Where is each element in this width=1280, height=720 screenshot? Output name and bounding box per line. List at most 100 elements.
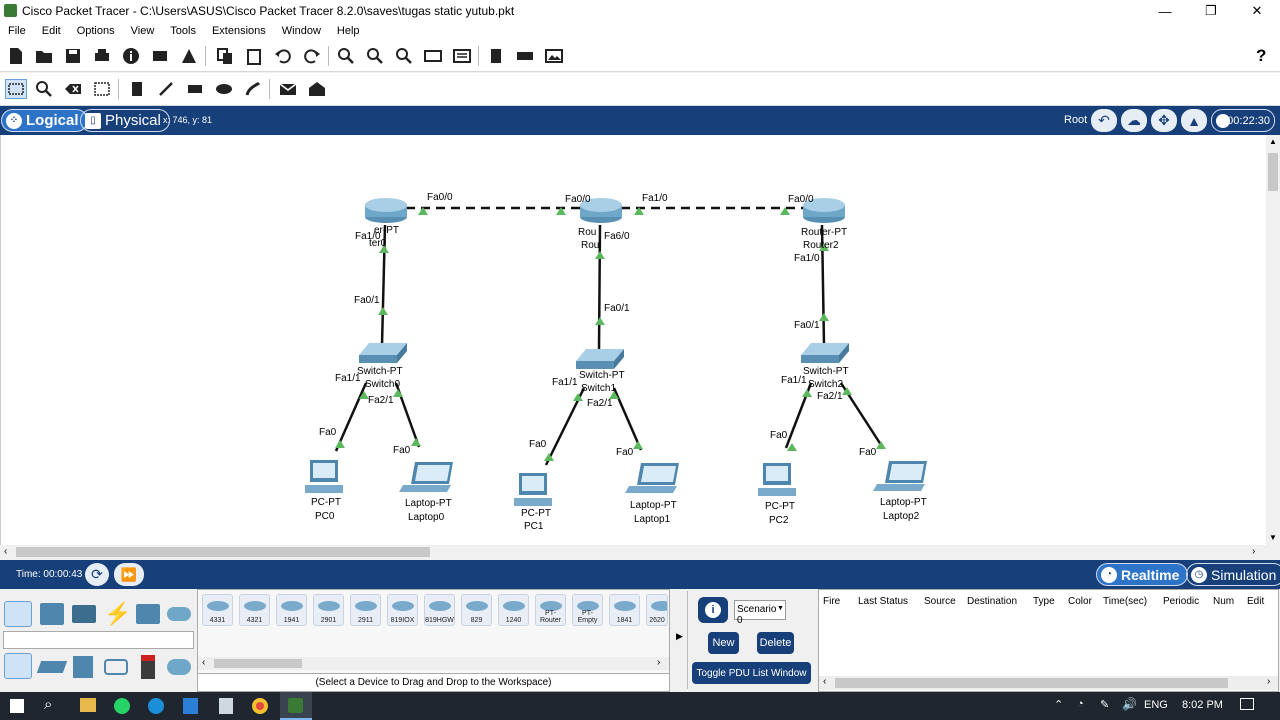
back-icon[interactable]: ↶ <box>1091 109 1117 132</box>
scroll-thumb[interactable] <box>1268 153 1278 191</box>
scroll-up-icon[interactable]: ▲ <box>1269 137 1277 146</box>
hubs-icon[interactable] <box>73 656 93 678</box>
language-indicator[interactable]: ENG <box>1144 699 1168 711</box>
column-header[interactable]: Fire <box>823 596 840 607</box>
maximize-button[interactable]: ❐ <box>1188 0 1234 22</box>
toggle-pdu-list-button[interactable]: Toggle PDU List Window <box>692 662 811 684</box>
model-819iox[interactable]: 819IOX <box>387 594 418 626</box>
menu-tools[interactable]: Tools <box>170 25 196 37</box>
power-cycle-icon[interactable]: ⟳ <box>85 563 109 586</box>
column-header[interactable]: Source <box>924 596 956 607</box>
physical-tab[interactable]: ▯ Physical <box>80 109 170 132</box>
close-button[interactable]: ✕ <box>1234 0 1280 22</box>
info-icon[interactable] <box>121 46 141 66</box>
multiuser-icon[interactable] <box>167 607 191 621</box>
menu-help[interactable]: Help <box>337 25 360 37</box>
model-pt-empty[interactable]: PT-Empty <box>572 594 603 626</box>
copy-icon[interactable] <box>215 46 235 66</box>
fast-forward-icon[interactable]: ⏩ <box>114 563 144 586</box>
simple-pdu-icon[interactable] <box>278 79 298 99</box>
model-2901[interactable]: 2901 <box>313 594 344 626</box>
note-icon[interactable] <box>127 79 147 99</box>
root-label[interactable]: Root <box>1064 114 1087 126</box>
custom-devices-icon[interactable] <box>452 46 472 66</box>
scroll-left-icon[interactable]: ‹ <box>202 657 205 668</box>
scroll-right-icon[interactable]: › <box>1267 676 1270 687</box>
notifications-icon[interactable] <box>1240 698 1254 710</box>
logical-tab[interactable]: ⁘ Logical <box>1 109 88 132</box>
model-829[interactable]: 829 <box>461 594 492 626</box>
pen-icon[interactable]: ✎ <box>1100 698 1109 711</box>
scroll-thumb[interactable] <box>835 678 1228 688</box>
open-folder-icon[interactable] <box>34 46 54 66</box>
zoom-reset-icon[interactable] <box>365 46 385 66</box>
network-devices-icon[interactable] <box>4 601 32 627</box>
column-header[interactable]: Num <box>1213 596 1234 607</box>
model-scrollbar[interactable]: ‹ › <box>198 657 669 670</box>
redo-icon[interactable] <box>302 46 322 66</box>
chrome-icon[interactable] <box>252 698 268 714</box>
scenario-select[interactable]: Scenario 0 ▼ <box>734 600 786 626</box>
column-header[interactable]: Last Status <box>858 596 908 607</box>
logical-workspace[interactable]: Fa0/0 Fa0/0 Fa1/0 Fa0/0 Fa1/0 Fa6/0 Fa1/… <box>0 135 1266 545</box>
expand-arrow-icon[interactable]: ▶ <box>676 631 683 642</box>
switches-icon[interactable] <box>36 661 68 673</box>
chevron-up-icon[interactable]: ⌃ <box>1054 698 1063 711</box>
volume-icon[interactable]: 🔊 <box>1122 697 1137 711</box>
new-file-icon[interactable] <box>6 46 26 66</box>
undo-icon[interactable] <box>273 46 293 66</box>
whatsapp-icon[interactable] <box>114 698 130 714</box>
menu-window[interactable]: Window <box>282 25 321 37</box>
scroll-left-icon[interactable]: ‹ <box>823 676 826 687</box>
end-devices-icon[interactable] <box>40 603 64 625</box>
routers-icon[interactable] <box>4 653 32 679</box>
model-1240[interactable]: 1240 <box>498 594 529 626</box>
notepad-icon[interactable] <box>219 698 233 714</box>
activity-wizard-icon[interactable] <box>179 46 199 66</box>
file-explorer-icon[interactable] <box>80 698 96 712</box>
column-header[interactable]: Time(sec) <box>1103 596 1147 607</box>
minimize-button[interactable]: — <box>1142 0 1188 22</box>
network-info-icon[interactable] <box>150 46 170 66</box>
model-4331[interactable]: 4331 <box>202 594 233 626</box>
drawing-palette-icon[interactable] <box>423 46 443 66</box>
wan-emulation-icon[interactable] <box>167 659 191 675</box>
move-icon[interactable]: ✥ <box>1151 109 1177 132</box>
zoom-out-icon[interactable] <box>394 46 414 66</box>
taskbar-clock[interactable]: 8:02 PM <box>1182 699 1223 711</box>
model-819hgw[interactable]: 819HGW <box>424 594 455 626</box>
info-button[interactable]: i <box>698 597 728 623</box>
model-1841[interactable]: 1841 <box>609 594 640 626</box>
scroll-left-icon[interactable]: ‹ <box>4 546 7 557</box>
scroll-right-icon[interactable]: › <box>657 657 660 668</box>
wireless-icon[interactable] <box>104 659 128 675</box>
security-icon[interactable] <box>141 655 155 679</box>
horizontal-scrollbar[interactable]: ‹ › <box>0 545 1266 559</box>
new-scenario-button[interactable]: New <box>708 632 739 654</box>
model-4321[interactable]: 4321 <box>239 594 270 626</box>
pdu-icon[interactable] <box>515 46 535 66</box>
line-icon[interactable] <box>156 79 176 99</box>
print-icon[interactable] <box>92 46 112 66</box>
ellipse-icon[interactable] <box>214 79 234 99</box>
model-pt-router[interactable]: PT-Router <box>535 594 566 626</box>
model-2620[interactable]: 2620 <box>646 594 668 626</box>
components-icon[interactable] <box>72 605 96 623</box>
scroll-right-icon[interactable]: › <box>1252 546 1255 557</box>
column-header[interactable]: Destination <box>967 596 1017 607</box>
zoom-in-icon[interactable] <box>336 46 356 66</box>
freeform-icon[interactable] <box>243 79 263 99</box>
save-icon[interactable] <box>63 46 83 66</box>
scroll-down-icon[interactable]: ▼ <box>1269 533 1277 542</box>
menu-extensions[interactable]: Extensions <box>212 25 266 37</box>
cluster-icon[interactable]: ☁ <box>1121 109 1147 132</box>
viewport-icon[interactable]: ▲ <box>1181 109 1207 132</box>
search-icon[interactable]: ⌕ <box>44 696 52 713</box>
windows-start-icon[interactable] <box>10 699 24 713</box>
vscode-icon[interactable] <box>183 698 198 714</box>
edge-icon[interactable] <box>148 698 164 714</box>
model-2911[interactable]: 2911 <box>350 594 381 626</box>
pdu-scrollbar[interactable]: ‹ › <box>819 676 1278 690</box>
delete-icon[interactable] <box>63 79 83 99</box>
column-header[interactable]: Periodic <box>1163 596 1199 607</box>
